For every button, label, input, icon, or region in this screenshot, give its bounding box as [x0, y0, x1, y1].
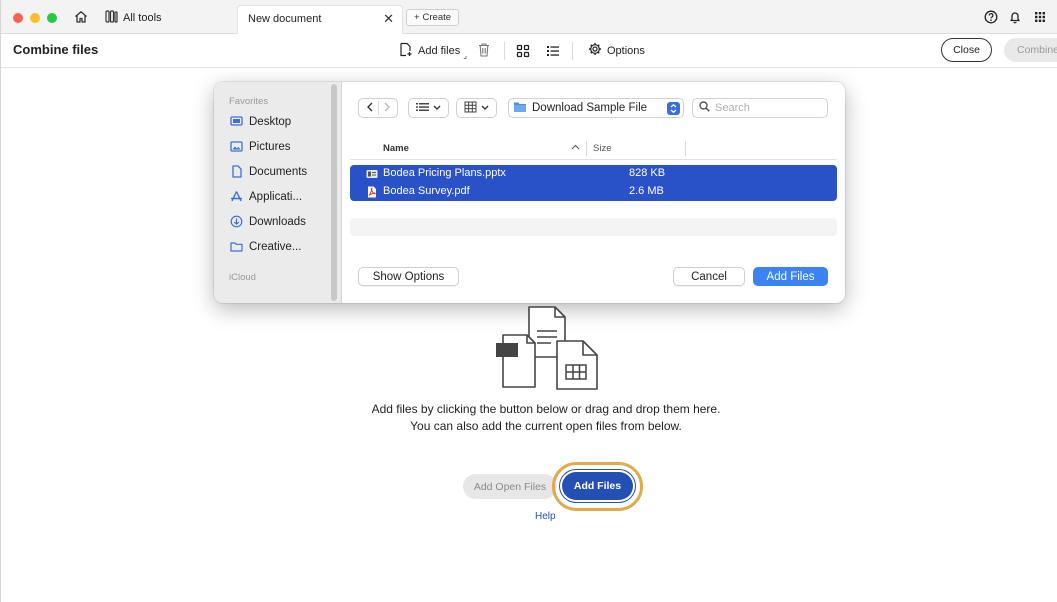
group-grid-icon [464, 101, 477, 116]
show-options-button[interactable]: Show Options [358, 267, 459, 286]
file-row[interactable]: Bodea Pricing Plans.pptx 828 KB [350, 165, 837, 183]
options-label: Options [607, 44, 645, 57]
sidebar-item-pictures[interactable]: Pictures [230, 140, 291, 153]
combine-button[interactable]: Combine [1004, 38, 1057, 62]
cancel-button[interactable]: Cancel [673, 267, 745, 286]
sidebar-item-label: Desktop [249, 115, 292, 128]
column-name[interactable]: Name [383, 143, 409, 154]
combine-toolbar: Combine files Add files ⌟ Options Close [1, 34, 1057, 68]
toolbar-divider [572, 42, 573, 60]
instruction-line-1: Add files by clicking the button below o… [371, 402, 721, 416]
list-view-icon[interactable] [546, 44, 560, 63]
documents-icon [230, 165, 243, 178]
folder-icon [513, 101, 527, 116]
view-mode-button[interactable] [408, 98, 449, 118]
location-label: Download Sample File [532, 102, 648, 114]
close-window-button[interactable] [13, 13, 23, 23]
sidebar-item-desktop[interactable]: Desktop [230, 115, 291, 128]
search-field[interactable] [692, 98, 828, 118]
file-size: 828 KB [629, 167, 666, 179]
chevron-right-icon[interactable] [383, 102, 391, 115]
bell-icon[interactable] [1008, 10, 1022, 24]
chevron-down-icon [433, 102, 441, 114]
options-button[interactable]: Options [588, 42, 645, 59]
tab-new-document[interactable]: New document ✕ [237, 5, 403, 34]
apps-grid-icon[interactable] [1033, 10, 1047, 24]
file-list-header: Name Size [350, 138, 837, 160]
home-icon[interactable] [74, 10, 88, 24]
column-divider [586, 141, 587, 156]
column-size[interactable]: Size [593, 143, 611, 154]
tab-label: New document [248, 13, 322, 25]
search-input[interactable] [715, 102, 815, 114]
gear-icon [588, 42, 602, 59]
zoom-window-button[interactable] [47, 13, 57, 23]
sidebar-item-creative[interactable]: Creative... [230, 240, 301, 253]
add-files-button[interactable]: Add Files [562, 472, 633, 500]
chevron-left-icon[interactable] [366, 102, 374, 115]
title-bar: All tools New document ✕ + Create [1, 0, 1057, 34]
sidebar-item-label: Applicati... [249, 190, 303, 203]
create-button[interactable]: + Create [406, 9, 459, 26]
sidebar-item-documents[interactable]: Documents [230, 165, 307, 178]
chevron-down-icon [481, 102, 489, 114]
location-select[interactable]: Download Sample File [508, 98, 684, 118]
column-divider [685, 141, 686, 156]
group-by-button[interactable] [456, 98, 497, 118]
close-button[interactable]: Close [941, 38, 992, 62]
help-icon[interactable] [984, 10, 998, 24]
sort-ascending-icon[interactable] [571, 142, 580, 152]
help-link[interactable]: Help [535, 511, 556, 522]
toolbar-divider [504, 42, 505, 60]
page-title: Combine files [13, 42, 99, 57]
sidebar-scrollbar[interactable] [331, 84, 337, 301]
minimize-window-button[interactable] [30, 13, 40, 23]
dialog-add-files-button[interactable]: Add Files [753, 267, 828, 286]
add-files-label: Add files [418, 45, 461, 57]
sidebar-item-label: Downloads [249, 215, 306, 228]
back-forward-buttons[interactable] [358, 98, 398, 118]
add-open-files-button[interactable]: Add Open Files [463, 474, 557, 499]
dropdown-corner-icon: ⌟ [463, 50, 467, 60]
search-icon [699, 99, 710, 117]
dialog-main: Download Sample File Name Size [342, 82, 845, 303]
file-name: Bodea Pricing Plans.pptx [383, 167, 506, 179]
all-tools-button[interactable]: All tools [105, 9, 162, 27]
desktop-icon [230, 115, 243, 128]
trash-icon[interactable] [477, 42, 491, 63]
empty-list-row [350, 218, 837, 236]
stepper-icon [667, 102, 680, 115]
app-window: All tools New document ✕ + Create Combin… [0, 0, 1057, 602]
file-picker-dialog: Favorites Desktop Pictures Documents App… [214, 82, 845, 303]
plus-icon: + [413, 12, 420, 23]
pptx-file-icon [366, 168, 378, 180]
dialog-sidebar: Favorites Desktop Pictures Documents App… [214, 82, 342, 303]
folder-icon [230, 240, 243, 253]
divider [377, 101, 379, 115]
sidebar-item-label: Pictures [249, 140, 291, 153]
list-view-icon [416, 102, 429, 115]
file-size: 2.6 MB [629, 185, 664, 197]
create-label: Create [422, 12, 452, 23]
add-file-icon [399, 42, 413, 60]
pdf-file-icon [366, 186, 378, 198]
grid-view-icon[interactable] [516, 44, 530, 63]
pictures-icon [230, 140, 243, 153]
favorites-heading: Favorites [229, 96, 269, 107]
file-row[interactable]: Bodea Survey.pdf 2.6 MB [350, 183, 837, 201]
sidebar-item-label: Creative... [249, 240, 302, 253]
all-tools-icon [105, 10, 118, 26]
sidebar-item-applications[interactable]: Applicati... [230, 190, 302, 203]
file-name: Bodea Survey.pdf [383, 185, 470, 197]
icloud-heading: iCloud [229, 272, 256, 283]
close-icon[interactable]: ✕ [383, 11, 394, 27]
add-files-toolbar-button[interactable]: Add files ⌟ [399, 42, 467, 60]
applications-icon [230, 190, 243, 203]
downloads-icon [230, 215, 243, 228]
all-tools-label: All tools [123, 12, 162, 24]
sidebar-item-label: Documents [249, 165, 308, 178]
sidebar-item-downloads[interactable]: Downloads [230, 215, 306, 228]
combine-files-illustration [493, 305, 601, 393]
instruction-line-2: You can also add the current open files … [410, 419, 682, 433]
